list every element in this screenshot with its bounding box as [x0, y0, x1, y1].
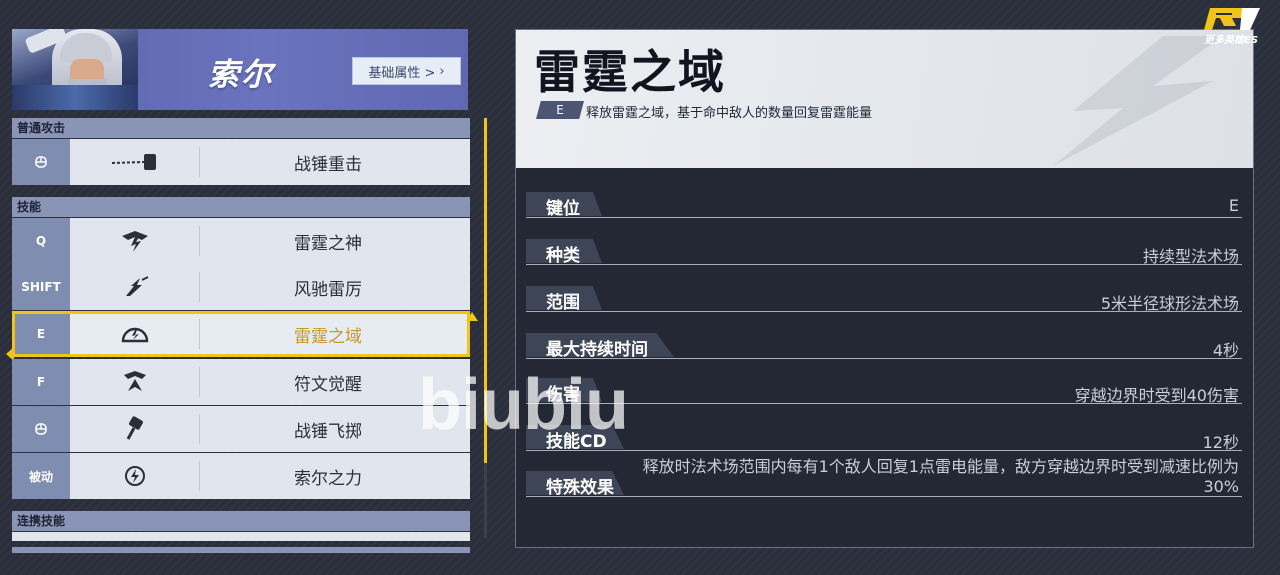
skill-key: SHIFT: [12, 264, 70, 310]
skill-title: 雷霆之域: [534, 45, 726, 99]
wind-dash-icon: [70, 264, 200, 310]
skill-key-badge: E: [536, 101, 584, 119]
skill-name: 雷霆之神: [294, 233, 362, 254]
skill-row-shift[interactable]: SHIFT 风驰雷厉: [12, 264, 470, 310]
stat-label: 最大持续时间: [546, 340, 648, 360]
base-attributes-button[interactable]: 基础属性 > ›: [352, 57, 461, 85]
skill-name: 战锤重击: [294, 154, 362, 175]
stat-row-damage: 伤害 穿越边界时受到40伤害: [526, 376, 1242, 405]
stat-label: 种类: [546, 246, 580, 266]
stat-label: 伤害: [546, 385, 580, 405]
stat-row-type: 种类 持续型法术场: [526, 237, 1242, 266]
stat-row-duration: 最大持续时间 4秒: [526, 331, 1242, 360]
skill-description: 释放雷霆之域，基于命中敌人的数量回复雷霆能量: [586, 106, 873, 121]
stat-row-cooldown: 技能CD 12秒: [526, 423, 1242, 452]
scrollbar-thumb[interactable]: [484, 118, 487, 463]
section-header-skills: 技能: [12, 197, 470, 217]
hero-header: 索尔 基础属性 > ›: [12, 29, 468, 110]
skill-row-passive[interactable]: 被动 索尔之力: [12, 453, 470, 499]
section-header-combo: 连携技能: [12, 511, 470, 531]
stat-row-range: 范围 5米半径球形法术场: [526, 284, 1242, 313]
stat-label: 范围: [546, 293, 580, 313]
hammer-throw-icon: [70, 406, 200, 452]
skill-name: 符文觉醒: [294, 374, 362, 395]
thunder-field-icon: [70, 311, 200, 357]
skill-key: 被动: [12, 453, 70, 499]
stat-label: 特殊效果: [546, 478, 614, 498]
skill-row-q[interactable]: Q 雷霆之神: [12, 218, 470, 264]
skill-name: 战锤飞掷: [294, 421, 362, 442]
stat-row-special: 特殊效果 释放时法术场范围内每有1个敌人回复1点雷电能量，敌方穿越边界时受到减速…: [526, 457, 1242, 498]
basic-attack-row[interactable]: 战锤重击: [12, 139, 470, 185]
section-header-basic-attack: 普通攻击: [12, 118, 470, 138]
stat-label: 键位: [546, 199, 580, 219]
selection-corner-icon: [466, 312, 478, 321]
skill-detail-panel: 雷霆之域 E 释放雷霆之域，基于命中敌人的数量回复雷霆能量 键位 E 种类 持续…: [515, 29, 1254, 548]
base-attributes-label: 基础属性 >: [368, 65, 436, 81]
skill-key: F: [12, 359, 70, 405]
god-of-thunder-icon: [70, 218, 200, 264]
thor-power-icon: [70, 453, 200, 499]
skill-name: 风驰雷厉: [294, 279, 362, 300]
rune-awakening-icon: [70, 359, 200, 405]
hero-portrait: [12, 29, 138, 110]
skill-key: Q: [12, 218, 70, 264]
lightning-bolt-icon: [1053, 36, 1223, 166]
skill-detail-header: 雷霆之域 E 释放雷霆之域，基于命中敌人的数量回复雷霆能量: [516, 30, 1253, 168]
skill-row-e[interactable]: E 雷霆之域: [12, 311, 470, 357]
section-header-partial: [12, 547, 470, 553]
skill-key: E: [12, 311, 70, 357]
stat-row-keybind: 键位 E: [526, 190, 1242, 219]
logo-caption: 更多英雄ES: [1204, 35, 1259, 46]
skill-row-f[interactable]: F 符文觉醒: [12, 359, 470, 405]
skill-name: 雷霆之域: [294, 326, 362, 347]
mouse-icon: [12, 406, 70, 452]
chevron-right-icon: ›: [439, 63, 445, 79]
combo-row[interactable]: [12, 532, 470, 541]
skill-name: 索尔之力: [294, 468, 362, 489]
hero-name: 索尔: [208, 57, 274, 93]
stat-label: 技能CD: [546, 432, 607, 452]
hammer-strike-icon: [70, 139, 200, 185]
stat-value: 释放时法术场范围内每有1个敌人回复1点雷电能量，敌方穿越边界时受到减速比例为30…: [642, 457, 1239, 496]
mouse-icon: [12, 139, 70, 185]
stat-value: E: [1228, 196, 1239, 215]
skill-row-hammer-throw[interactable]: 战锤飞掷: [12, 406, 470, 452]
